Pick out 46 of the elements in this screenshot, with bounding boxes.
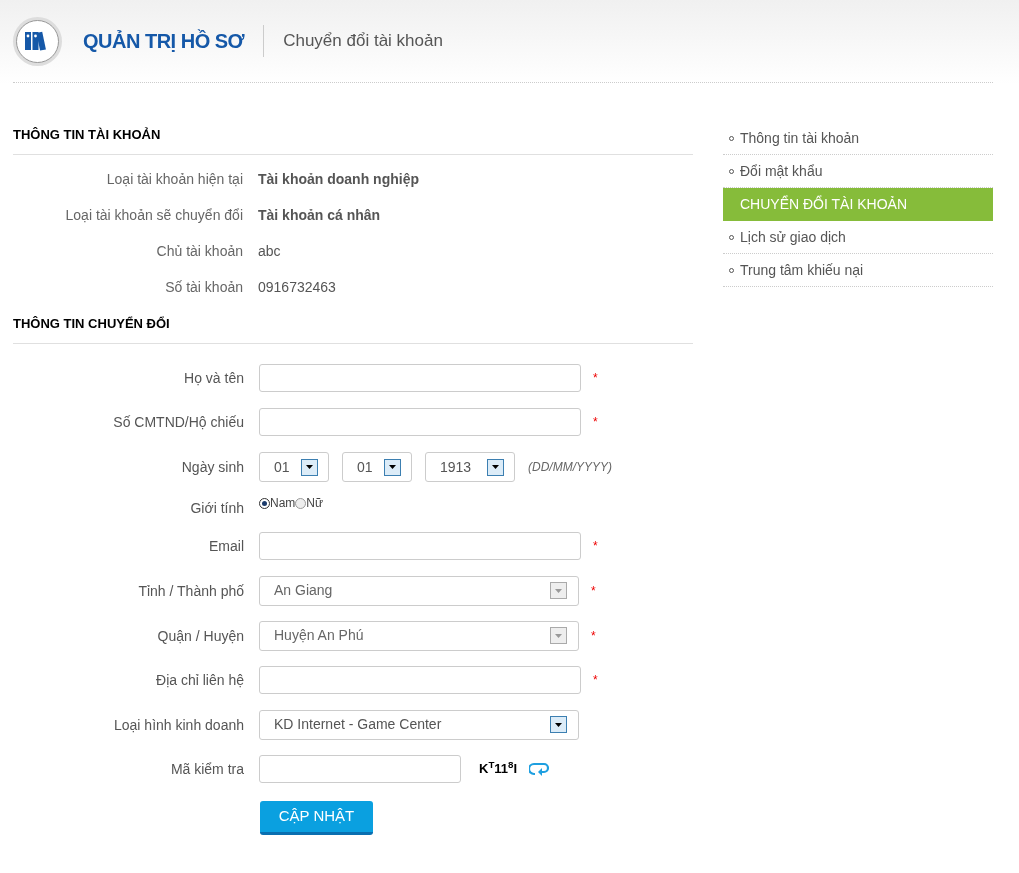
date-select[interactable]: 01 bbox=[342, 452, 412, 482]
select-dropdown[interactable]: KD Internet - Game Center bbox=[259, 709, 579, 740]
radio-option[interactable]: Nam bbox=[259, 494, 296, 512]
info-value: 0916732463 bbox=[258, 277, 336, 297]
info-value: abc bbox=[258, 241, 281, 261]
info-value: Tài khoản doanh nghiệp bbox=[258, 169, 419, 189]
field-label: Email bbox=[209, 538, 244, 554]
text-input[interactable] bbox=[259, 666, 581, 694]
sidebar-item[interactable]: Lịch sử giao dịch bbox=[723, 221, 993, 254]
required-mark: * bbox=[593, 414, 598, 431]
required-mark: * bbox=[593, 370, 598, 387]
info-label: Số tài khoản bbox=[165, 279, 243, 295]
field-label: Loại hình kinh doanh bbox=[114, 716, 244, 733]
field-label: Số CMTND/Hộ chiếu bbox=[113, 414, 244, 430]
info-label: Loại tài khoản sẽ chuyển đổi bbox=[65, 207, 243, 223]
info-label: Loại tài khoản hiện tại bbox=[106, 171, 243, 187]
field-label: Quận / Huyện bbox=[157, 627, 244, 644]
date-select[interactable]: 1913 bbox=[425, 452, 515, 482]
field-label: Mã kiểm tra bbox=[170, 761, 244, 777]
field-label: Họ và tên bbox=[184, 370, 244, 386]
field-label: Tỉnh / Thành phố bbox=[138, 582, 244, 599]
required-mark: * bbox=[591, 627, 596, 645]
captcha-input[interactable] bbox=[259, 755, 461, 783]
field-label: Giới tính bbox=[190, 500, 244, 516]
required-mark: * bbox=[591, 582, 596, 600]
info-label: Chủ tài khoản bbox=[156, 243, 243, 259]
refresh-icon[interactable] bbox=[529, 762, 550, 776]
date-select[interactable]: 01 bbox=[259, 452, 329, 482]
required-mark: * bbox=[593, 672, 598, 689]
required-mark: * bbox=[593, 538, 598, 555]
section-heading: THÔNG TIN TÀI KHOẢN bbox=[13, 127, 161, 142]
sidebar-item[interactable]: Trung tâm khiếu nại bbox=[723, 254, 993, 287]
section-heading: THÔNG TIN CHUYỂN ĐỔI bbox=[13, 316, 170, 331]
date-format-hint: (DD/MM/YYYY) bbox=[528, 459, 612, 476]
radio-option[interactable]: Nữ bbox=[295, 494, 324, 512]
field-label: Địa chỉ liên hệ bbox=[156, 672, 244, 688]
text-input[interactable] bbox=[259, 532, 581, 560]
info-value: Tài khoản cá nhân bbox=[258, 205, 381, 225]
sidebar-item[interactable]: Thông tin tài khoản bbox=[723, 122, 993, 155]
text-input[interactable] bbox=[259, 408, 581, 436]
field-label: Ngày sinh bbox=[181, 459, 244, 475]
text-input[interactable] bbox=[259, 364, 581, 392]
page-subtitle: Chuyển đổi tài khoản bbox=[283, 30, 443, 53]
logo-icon bbox=[13, 16, 62, 66]
captcha-code: K$^{T}$11$^{8}$I bbox=[479, 759, 518, 779]
app-title: QUẢN TRỊ HỒ SƠ bbox=[83, 28, 245, 54]
